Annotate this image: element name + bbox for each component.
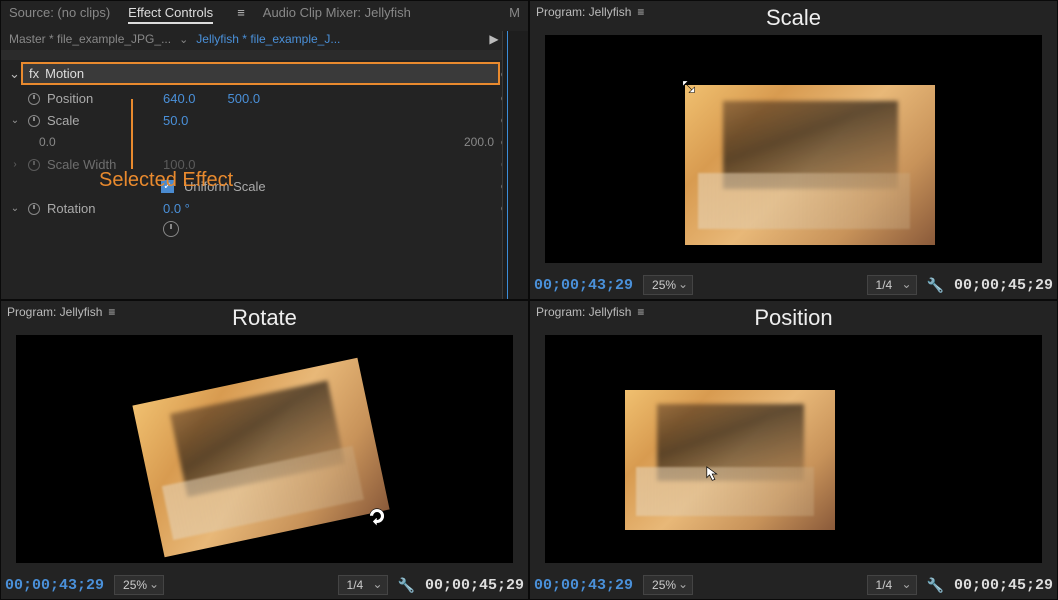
keyframe-ruler[interactable] [502,31,528,299]
program-bottom-bar: 00;00;43;29 25% 1/4 🔧 00;00;45;29 [534,275,1053,295]
scale-label: Scale [47,113,157,128]
scale-width-row: › Scale Width 100.0 [1,153,528,175]
panel-title-scale: Scale [766,5,821,31]
tab-audio-mixer[interactable]: Audio Clip Mixer: Jellyfish [263,5,411,24]
tab-source[interactable]: Source: (no clips) [9,5,110,24]
zoom-dropdown[interactable]: 25% [643,275,693,295]
resolution-dropdown[interactable]: 1/4 [867,575,917,595]
hamburger-icon[interactable]: ≡ [108,305,115,319]
chevron-down-icon[interactable]: ⌄ [9,115,21,126]
panel-tabs: Source: (no clips) Effect Controls ≡ Aud… [1,1,528,28]
rotation-label: Rotation [47,201,157,216]
scale-width-value: 100.0 [163,157,196,172]
hamburger-icon[interactable]: ≡ [637,5,644,19]
current-timecode[interactable]: 00;00;43;29 [534,277,633,294]
program-panel-rotate: Program: Jellyfish ≡ Rotate 00;00;43;29 … [0,300,529,600]
position-y-value[interactable]: 500.0 [228,91,261,106]
chevron-down-icon[interactable]: ⌄ [179,33,188,46]
sequence-clip-label[interactable]: Jellyfish * file_example_J... [196,32,340,46]
duration-timecode: 00;00;45;29 [954,277,1053,294]
program-bottom-bar: 00;00;43;29 25% 1/4 🔧 00;00;45;29 [5,575,524,595]
stopwatch-icon [27,157,41,171]
program-viewport[interactable] [545,35,1042,263]
clip-preview-image[interactable] [132,358,389,557]
rotate-cursor-icon [366,505,388,530]
program-panel-scale: Program: Jellyfish ≡ Scale 00;00;43;29 2… [529,0,1058,300]
slider-max: 200.0 [464,135,494,149]
effect-controls-panel: Source: (no clips) Effect Controls ≡ Aud… [0,0,529,300]
position-label: Position [47,91,157,106]
hamburger-icon[interactable]: ≡ [637,305,644,319]
program-panel-position: Program: Jellyfish ≡ Position 00;00;43;2… [529,300,1058,600]
clip-preview-image[interactable] [625,390,835,530]
stopwatch-icon[interactable] [27,201,41,215]
panel-title-position: Position [754,305,832,331]
clip-selector-row: Master * file_example_JPG_... ⌄ Jellyfis… [1,28,528,50]
clip-preview-image[interactable] [685,85,935,245]
scale-slider-row: 0.0 200.0 [1,131,528,153]
scale-slider[interactable]: 0.0 200.0 [39,135,494,149]
position-x-value[interactable]: 640.0 [163,91,196,106]
uniform-scale-row: Uniform Scale [1,175,528,197]
duration-timecode: 00;00;45;29 [954,577,1053,594]
chevron-down-icon[interactable]: ⌄ [9,66,21,82]
label-m: M [509,5,520,24]
wrench-icon[interactable]: 🔧 [927,277,944,294]
stopwatch-icon[interactable] [27,113,41,127]
playhead-line[interactable] [507,31,508,299]
move-cursor-icon [705,465,723,486]
program-label: Program: Jellyfish [536,305,631,319]
position-row: Position 640.0 500.0 [1,87,528,109]
resolution-dropdown[interactable]: 1/4 [867,275,917,295]
scale-row: ⌄ Scale 50.0 [1,109,528,131]
program-viewport[interactable] [545,335,1042,563]
program-label: Program: Jellyfish [7,305,102,319]
wrench-icon[interactable]: 🔧 [398,577,415,594]
motion-effect-row: ⌄ fx Motion [1,60,528,87]
zoom-dropdown[interactable]: 25% [114,575,164,595]
program-viewport[interactable] [16,335,513,563]
chevron-down-icon[interactable]: ⌄ [9,203,21,214]
current-timecode[interactable]: 00;00;43;29 [534,577,633,594]
chevron-right-icon[interactable]: › [9,159,21,170]
resolution-dropdown[interactable]: 1/4 [338,575,388,595]
slider-min: 0.0 [39,135,56,149]
duration-timecode: 00;00;45;29 [425,577,524,594]
master-clip-label[interactable]: Master * file_example_JPG_... [9,32,171,46]
program-bottom-bar: 00;00;43;29 25% 1/4 🔧 00;00;45;29 [534,575,1053,595]
wrench-icon[interactable]: 🔧 [927,577,944,594]
panel-title-rotate: Rotate [232,305,297,331]
anchor-point-icon[interactable] [161,219,181,239]
scale-cursor-icon [681,79,699,97]
rotation-row: ⌄ Rotation 0.0 ° [1,197,528,219]
mini-timeline[interactable] [1,50,524,60]
rotation-value[interactable]: 0.0 ° [163,201,190,216]
motion-effect-header[interactable]: fx Motion [21,62,500,85]
program-label: Program: Jellyfish [536,5,631,19]
play-icon[interactable]: ▶ [489,32,498,46]
tab-effect-controls[interactable]: Effect Controls [128,5,213,24]
motion-label: Motion [45,66,84,81]
fx-icon: fx [29,66,39,81]
scale-value[interactable]: 50.0 [163,113,188,128]
hamburger-icon[interactable]: ≡ [237,5,245,24]
stopwatch-icon[interactable] [27,91,41,105]
current-timecode[interactable]: 00;00;43;29 [5,577,104,594]
zoom-dropdown[interactable]: 25% [643,575,693,595]
scale-width-label: Scale Width [47,157,157,172]
